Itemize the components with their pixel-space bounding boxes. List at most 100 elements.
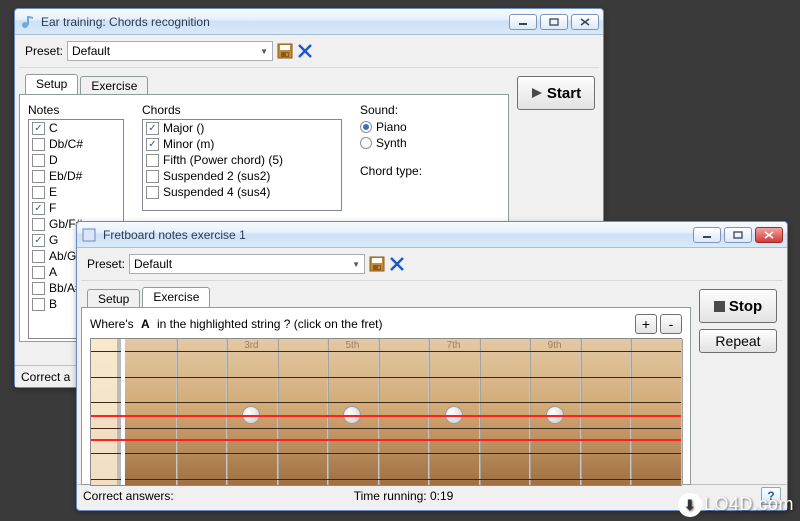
- notes-label: Notes: [28, 103, 124, 117]
- checkbox-icon[interactable]: [32, 154, 45, 167]
- start-label: Start: [547, 85, 581, 102]
- checkbox-icon[interactable]: [32, 250, 45, 263]
- tab-exercise[interactable]: Exercise: [80, 76, 148, 95]
- note-label: D: [49, 153, 58, 167]
- fret-line: [580, 339, 582, 485]
- checkbox-icon[interactable]: ✓: [32, 234, 45, 247]
- note-label: Eb/D#: [49, 169, 82, 183]
- question-text: Where's A in the highlighted string ? (c…: [90, 317, 635, 331]
- chordtype-label: Chord type:: [360, 164, 500, 178]
- minimize-button[interactable]: [509, 14, 537, 30]
- note-item[interactable]: Eb/D#: [29, 168, 123, 184]
- note-label: Db/C#: [49, 137, 83, 151]
- titlebar[interactable]: Fretboard notes exercise 1: [77, 222, 787, 248]
- fret-label: 5th: [346, 340, 360, 351]
- fret-line: [327, 339, 329, 485]
- note-label: F: [49, 201, 56, 215]
- chord-item[interactable]: Suspended 2 (sus2): [143, 168, 341, 184]
- minimize-button[interactable]: [693, 227, 721, 243]
- chords-listbox[interactable]: ✓Major ()✓Minor (m)Fifth (Power chord) (…: [142, 119, 342, 211]
- sound-label: Synth: [376, 136, 407, 150]
- checkbox-icon[interactable]: [146, 154, 159, 167]
- fret-line: [681, 339, 683, 485]
- close-button[interactable]: [755, 227, 783, 243]
- fretboard[interactable]: 3rd5th7th9th: [90, 338, 682, 486]
- checkbox-icon[interactable]: [32, 138, 45, 151]
- repeat-button[interactable]: Repeat: [699, 329, 777, 353]
- fret-label: 7th: [447, 340, 461, 351]
- string-line: [125, 351, 681, 352]
- checkbox-icon[interactable]: [146, 170, 159, 183]
- question-note: A: [141, 317, 150, 331]
- note-item[interactable]: E: [29, 184, 123, 200]
- fret-line: [226, 339, 228, 485]
- checkbox-icon[interactable]: ✓: [146, 122, 159, 135]
- sound-option[interactable]: Piano: [360, 120, 500, 134]
- checkbox-icon[interactable]: ✓: [146, 138, 159, 151]
- tab-setup[interactable]: Setup: [25, 74, 78, 94]
- delete-icon[interactable]: [389, 256, 405, 272]
- checkbox-icon[interactable]: [32, 218, 45, 231]
- checkbox-icon[interactable]: ✓: [32, 202, 45, 215]
- sound-label: Sound:: [360, 103, 500, 117]
- note-label: G: [49, 233, 58, 247]
- logo-icon: ⬇: [678, 493, 702, 517]
- preset-value: Default: [72, 44, 110, 58]
- chord-label: Suspended 2 (sus2): [163, 169, 270, 183]
- status-correct: Correct answers:: [83, 489, 192, 503]
- maximize-button[interactable]: [540, 14, 568, 30]
- fret-line: [277, 339, 279, 485]
- chevron-down-icon: ▼: [260, 47, 268, 56]
- save-icon[interactable]: [369, 256, 385, 272]
- string-line: [125, 453, 681, 454]
- chord-item[interactable]: ✓Major (): [143, 120, 341, 136]
- chord-item[interactable]: Suspended 4 (sus4): [143, 184, 341, 200]
- plus-button[interactable]: +: [635, 314, 657, 334]
- radio-icon[interactable]: [360, 137, 372, 149]
- preset-toolbar: Preset: Default ▼: [19, 39, 599, 68]
- checkbox-icon[interactable]: [32, 170, 45, 183]
- preset-combo[interactable]: Default ▼: [129, 254, 365, 274]
- note-item[interactable]: ✓C: [29, 120, 123, 136]
- preset-toolbar: Preset: Default ▼: [81, 252, 783, 281]
- note-item[interactable]: ✓F: [29, 200, 123, 216]
- delete-icon[interactable]: [297, 43, 313, 59]
- minus-button[interactable]: -: [660, 314, 682, 334]
- checkbox-icon[interactable]: ✓: [32, 122, 45, 135]
- fret-line: [630, 339, 632, 485]
- string-line: [125, 402, 681, 403]
- checkbox-icon[interactable]: [32, 186, 45, 199]
- checkbox-icon[interactable]: [146, 186, 159, 199]
- radio-icon[interactable]: [360, 121, 372, 133]
- fret-line: [529, 339, 531, 485]
- checkbox-icon[interactable]: [32, 266, 45, 279]
- sound-option[interactable]: Synth: [360, 136, 500, 150]
- close-button[interactable]: [571, 14, 599, 30]
- fret-line: [479, 339, 481, 485]
- fret-area[interactable]: 3rd5th7th9th: [125, 339, 681, 485]
- status-time: Time running: 0:19: [354, 489, 472, 503]
- note-label: A: [49, 265, 57, 279]
- save-icon[interactable]: [277, 43, 293, 59]
- chord-item[interactable]: Fifth (Power chord) (5): [143, 152, 341, 168]
- maximize-button[interactable]: [724, 227, 752, 243]
- note-label: C: [49, 121, 58, 135]
- note-item[interactable]: D: [29, 152, 123, 168]
- note-label: E: [49, 185, 57, 199]
- tab-exercise[interactable]: Exercise: [142, 287, 210, 307]
- titlebar[interactable]: Ear training: Chords recognition: [15, 9, 603, 35]
- highlighted-string: [91, 415, 681, 441]
- tab-setup[interactable]: Setup: [87, 289, 140, 308]
- preset-combo[interactable]: Default ▼: [67, 41, 273, 61]
- stop-button[interactable]: Stop: [699, 289, 777, 323]
- fret-label: 9th: [548, 340, 562, 351]
- start-button[interactable]: Start: [517, 76, 595, 110]
- checkbox-icon[interactable]: [32, 282, 45, 295]
- nut[interactable]: [91, 339, 121, 485]
- chord-item[interactable]: ✓Minor (m): [143, 136, 341, 152]
- note-item[interactable]: Db/C#: [29, 136, 123, 152]
- repeat-label: Repeat: [715, 333, 760, 349]
- checkbox-icon[interactable]: [32, 298, 45, 311]
- app-icon: [81, 227, 97, 243]
- app-icon: [19, 14, 35, 30]
